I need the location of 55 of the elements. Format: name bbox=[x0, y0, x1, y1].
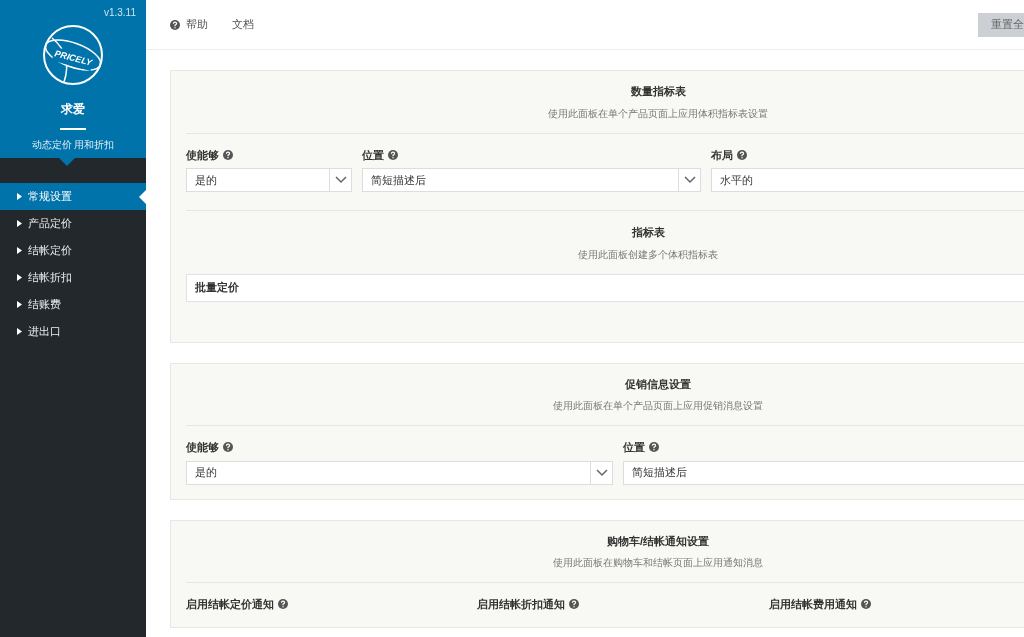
tagline: 动态定价 用和折扣 bbox=[31, 138, 115, 152]
select-field[interactable]: 简短描述后 bbox=[362, 168, 701, 192]
panel-title: 促销信息设置 bbox=[625, 376, 691, 392]
caret-right-icon bbox=[17, 274, 22, 281]
sidebar-item[interactable]: 结帐折扣 bbox=[0, 264, 146, 291]
help-icon bbox=[278, 599, 288, 610]
caret-right-icon bbox=[17, 193, 22, 200]
select-field[interactable]: 是的 bbox=[186, 460, 613, 485]
field-label: 启用结帐折扣通知 bbox=[477, 597, 566, 612]
sidebar-item[interactable]: 产品定价 bbox=[0, 210, 146, 237]
field-label: 位置 bbox=[362, 147, 384, 163]
field-label: 位置 bbox=[623, 440, 645, 455]
help-icon bbox=[569, 599, 580, 610]
field-label: 启用结帐费用通知 bbox=[768, 597, 857, 612]
version-label: v1.3.11 bbox=[103, 6, 137, 20]
chevron-down-icon bbox=[595, 468, 608, 477]
field-label: 使能够 bbox=[186, 440, 219, 455]
reset-button[interactable]: 重置全 bbox=[978, 12, 1024, 37]
sidebar-item[interactable]: 结帐定价 bbox=[0, 237, 146, 264]
active-pointer-icon bbox=[139, 190, 146, 204]
panel-title: 购物车/结帐通知设置 bbox=[606, 533, 710, 549]
help-icon bbox=[223, 149, 233, 160]
help-icon bbox=[860, 599, 871, 610]
select-field[interactable]: 是的 bbox=[186, 168, 352, 192]
sidebar-item[interactable]: 常规设置 bbox=[0, 183, 146, 210]
logo-icon bbox=[42, 24, 104, 86]
caret-right-icon bbox=[17, 220, 22, 227]
sidebar-item[interactable]: 进出口 bbox=[0, 318, 146, 345]
plugin-name: 求爱 bbox=[61, 101, 85, 118]
chevron-down-icon bbox=[334, 176, 347, 184]
chevron-down-icon bbox=[683, 176, 696, 184]
panel-description: 使用此面板在单个产品页面上应用促销消息设置 bbox=[553, 399, 763, 413]
help-icon bbox=[388, 149, 398, 160]
help-icon bbox=[170, 19, 180, 30]
help-icon bbox=[737, 149, 747, 160]
select-field[interactable]: 水平的 bbox=[711, 168, 1024, 192]
field-label: 启用结帐定价通知 bbox=[186, 597, 274, 612]
caret-right-icon bbox=[17, 301, 22, 308]
field-label: 使能够 bbox=[186, 147, 219, 163]
help-icon bbox=[223, 442, 233, 453]
help-icon bbox=[649, 442, 659, 453]
section-description: 使用此面板创建多个体积指标表 bbox=[578, 247, 718, 262]
table-item[interactable]: 批量定价 bbox=[186, 273, 1024, 302]
panel-description: 使用此面板在单个产品页面上应用体积指标表设置 bbox=[548, 106, 768, 121]
field-label: 布局 bbox=[711, 147, 733, 163]
caret-right-icon bbox=[17, 328, 22, 335]
sidebar-item[interactable]: 结账费 bbox=[0, 291, 146, 318]
top-link[interactable]: 帮助 bbox=[170, 16, 208, 33]
section-title: 指标表 bbox=[631, 225, 665, 240]
top-link[interactable]: 文档 bbox=[232, 16, 254, 33]
caret-right-icon bbox=[17, 247, 22, 254]
panel-description: 使用此面板在购物车和结帐页面上应用通知消息 bbox=[553, 556, 763, 570]
logo-text: PRICELY bbox=[51, 47, 95, 71]
select-field[interactable]: 简短描述后 bbox=[623, 460, 1024, 485]
panel-title: 数量指标表 bbox=[630, 84, 686, 99]
